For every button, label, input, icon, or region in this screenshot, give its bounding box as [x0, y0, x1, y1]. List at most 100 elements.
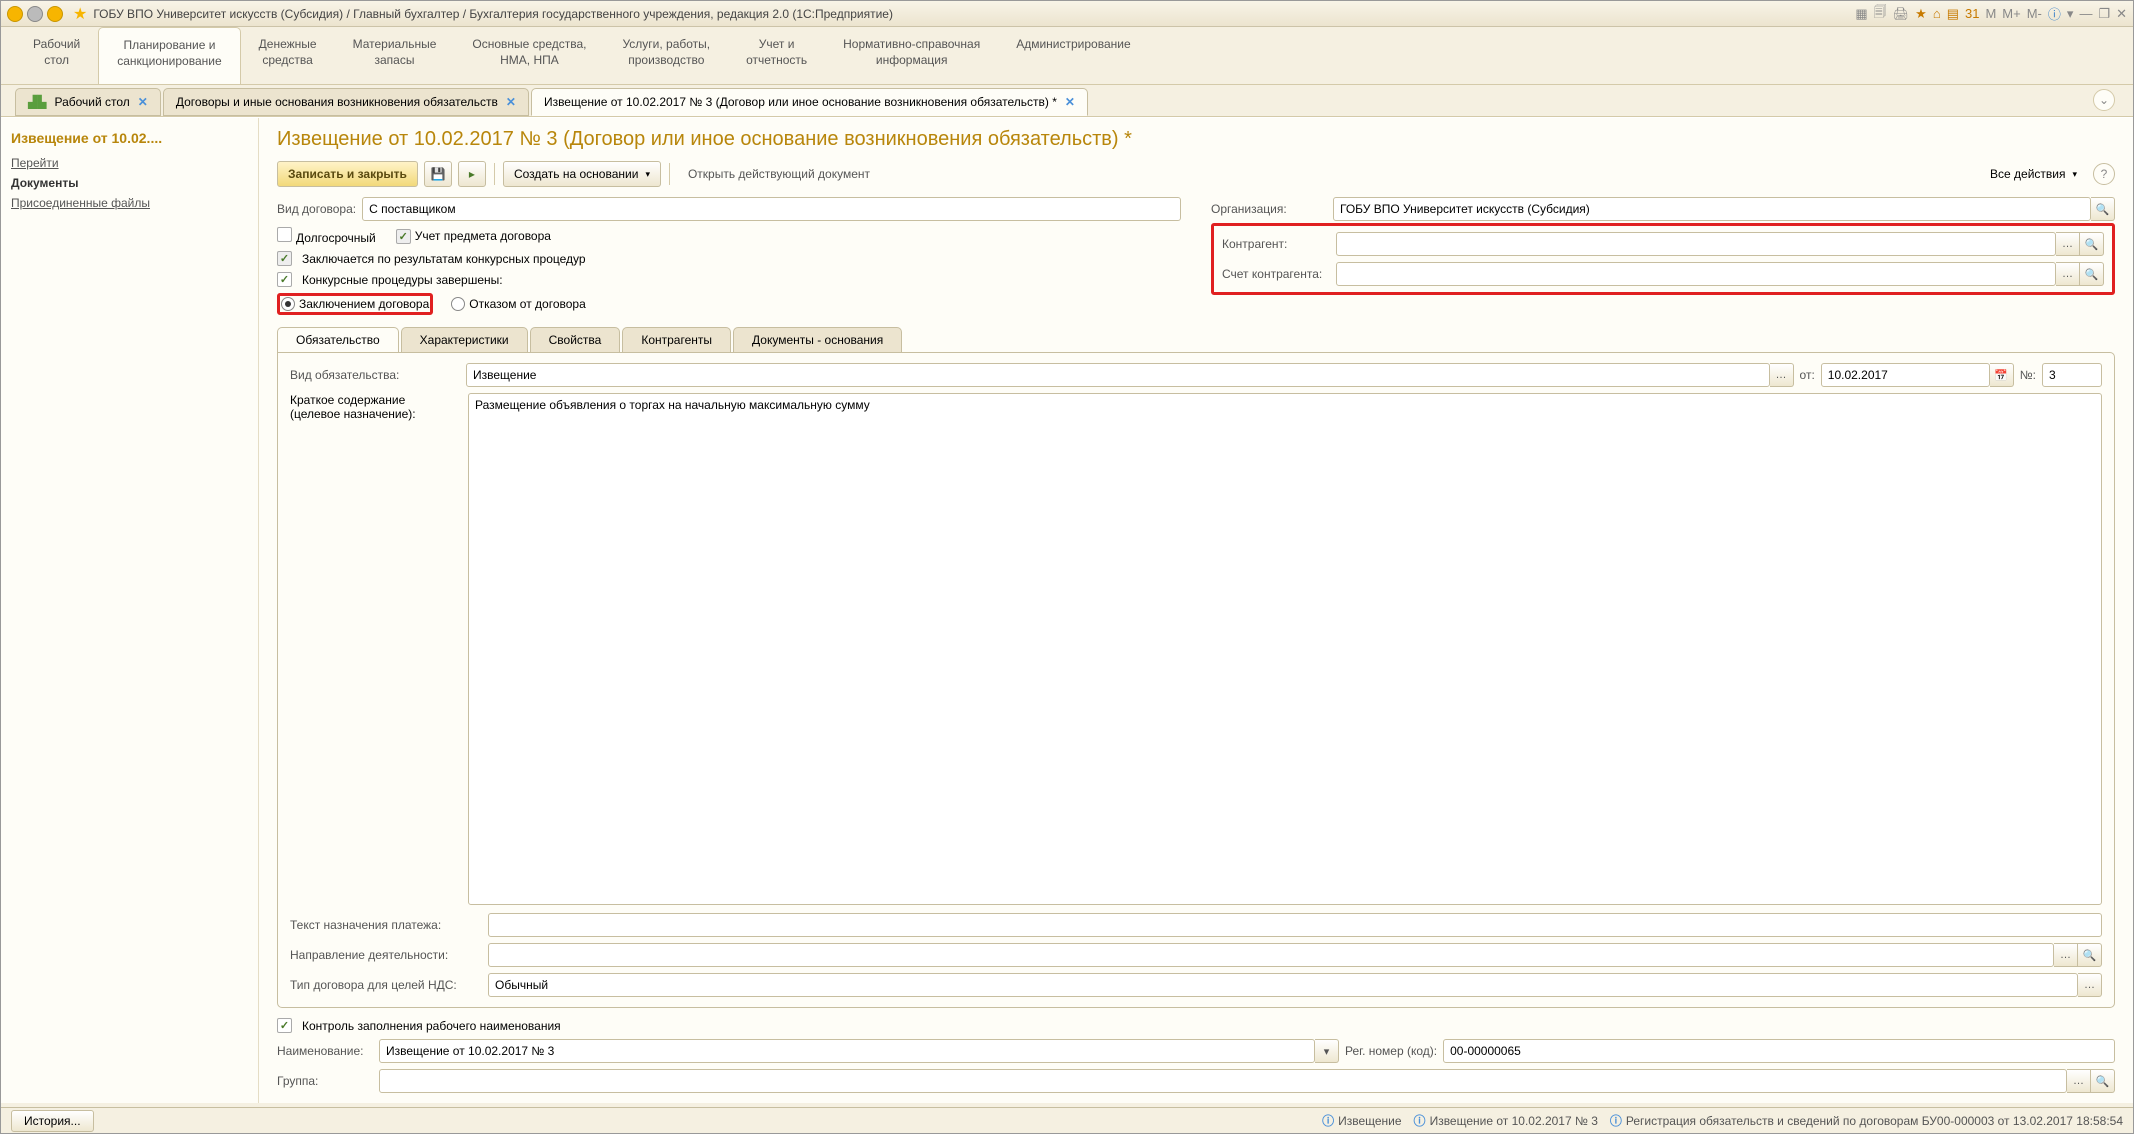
tool-icon[interactable]: 31	[1965, 6, 1979, 21]
control-label: Контроль заполнения рабочего наименовани…	[302, 1019, 561, 1033]
info-icon[interactable]: ⓘ	[2048, 4, 2061, 23]
document-tabs: ▟▙ Рабочий стол ✕ Договоры и иные основа…	[1, 85, 2133, 117]
summary-textarea[interactable]: Размещение объявления о торгах на началь…	[468, 393, 2102, 905]
tab-contracts[interactable]: Договоры и иные основания возникновения …	[163, 88, 529, 116]
star-icon[interactable]: ★	[73, 4, 87, 24]
statusbar: История... ⓘИзвещение ⓘИзвещение от 10.0…	[1, 1107, 2133, 1133]
m-plus-icon[interactable]: M+	[2002, 6, 2020, 21]
lookup-icon[interactable]: 🔍	[2091, 197, 2115, 221]
menu-services[interactable]: Услуги, работы,производство	[604, 27, 728, 84]
ellipsis-icon[interactable]: …	[2056, 232, 2080, 256]
tool-icon[interactable]: ▦	[1855, 6, 1867, 22]
subtab-obligation[interactable]: Обязательство	[277, 327, 399, 353]
sidebar-link-documents[interactable]: Документы	[11, 176, 248, 190]
sidebar-link-goto[interactable]: Перейти	[11, 156, 248, 170]
ob-type-label: Вид обязательства:	[290, 368, 460, 382]
subtab-characteristics[interactable]: Характеристики	[401, 327, 528, 353]
all-actions-button[interactable]: Все действия	[1980, 161, 2087, 187]
help-icon[interactable]: ?	[2093, 163, 2115, 185]
menu-materials[interactable]: Материальныезапасы	[335, 27, 455, 84]
tender-done-label: Конкурсные процедуры завершены:	[302, 273, 503, 287]
tab-label: Извещение от 10.02.2017 № 3 (Договор или…	[544, 95, 1057, 109]
tab-desktop[interactable]: ▟▙ Рабочий стол ✕	[15, 88, 161, 116]
tool-icon[interactable]: ▤	[1947, 6, 1959, 22]
number-input[interactable]	[2042, 363, 2102, 387]
dropdown-icon[interactable]: ▾	[2067, 6, 2074, 22]
subtab-counterparties[interactable]: Контрагенты	[622, 327, 731, 353]
history-button[interactable]: История...	[11, 1110, 94, 1132]
main-menu: Рабочийстол Планирование исанкционирован…	[1, 27, 2133, 85]
m-icon[interactable]: M	[1985, 6, 1996, 21]
radio-rejected[interactable]	[451, 297, 465, 311]
menu-assets[interactable]: Основные средства,НМА, НПА	[454, 27, 604, 84]
subtab-documents[interactable]: Документы - основания	[733, 327, 902, 353]
ob-type-input[interactable]	[466, 363, 1770, 387]
expand-button[interactable]: ⌄	[2093, 89, 2115, 111]
close-icon[interactable]: ✕	[2116, 6, 2127, 22]
open-doc-button[interactable]: Открыть действующий документ	[678, 161, 880, 187]
lookup-icon[interactable]: 🔍	[2080, 232, 2104, 256]
tool-icon[interactable]: 🗐	[1874, 3, 1887, 25]
tool-icon[interactable]: 🖨	[1893, 6, 1910, 22]
sysbtn-2[interactable]	[27, 6, 43, 22]
status-item[interactable]: ⓘИзвещение от 10.02.2017 № 3	[1414, 1112, 1598, 1129]
menu-desktop[interactable]: Рабочийстол	[15, 27, 98, 84]
m-minus-icon[interactable]: M-	[2027, 6, 2042, 21]
close-tab-icon[interactable]: ✕	[1065, 95, 1075, 109]
tool-icon[interactable]: ★	[1915, 6, 1927, 22]
group-input[interactable]	[379, 1069, 2067, 1093]
contract-type-input[interactable]	[362, 197, 1181, 221]
date-input[interactable]	[1821, 363, 1990, 387]
status-item[interactable]: ⓘИзвещение	[1322, 1112, 1401, 1129]
tab-notification[interactable]: Извещение от 10.02.2017 № 3 (Договор или…	[531, 88, 1088, 116]
menu-reference[interactable]: Нормативно-справочнаяинформация	[825, 27, 998, 84]
create-based-button[interactable]: Создать на основании	[503, 161, 661, 187]
name-input[interactable]	[379, 1039, 1315, 1063]
close-tab-icon[interactable]: ✕	[138, 95, 148, 109]
contract-type-label: Вид договора:	[277, 202, 356, 216]
subject-checkbox[interactable]	[396, 229, 411, 244]
lookup-icon[interactable]: 🔍	[2080, 262, 2104, 286]
save-close-button[interactable]: Записать и закрыть	[277, 161, 418, 187]
account-input[interactable]	[1336, 262, 2056, 286]
menu-accounting[interactable]: Учет иотчетность	[728, 27, 825, 84]
tender-result-checkbox[interactable]	[277, 251, 292, 266]
minimize-icon[interactable]: —	[2079, 6, 2092, 21]
org-input[interactable]	[1333, 197, 2091, 221]
activity-input[interactable]	[488, 943, 2054, 967]
radio-concluded[interactable]	[281, 297, 295, 311]
form-top: Вид договора: Долгосрочный Учет предмета…	[277, 197, 2115, 323]
ellipsis-icon[interactable]: …	[2067, 1069, 2091, 1093]
tender-done-checkbox[interactable]	[277, 272, 292, 287]
calendar-icon[interactable]: 📅	[1990, 363, 2014, 387]
save-button[interactable]: 💾	[424, 161, 452, 187]
menu-planning[interactable]: Планирование исанкционирование	[98, 27, 240, 84]
sysbtn-3[interactable]	[47, 6, 63, 22]
date-label: от:	[1800, 368, 1815, 382]
lookup-icon[interactable]: 🔍	[2078, 943, 2102, 967]
maximize-icon[interactable]: ❐	[2098, 6, 2110, 22]
post-button[interactable]: ▸	[458, 161, 486, 187]
control-checkbox[interactable]	[277, 1018, 292, 1033]
content: Извещение от 10.02.2017 № 3 (Договор или…	[259, 118, 2133, 1103]
subtab-properties[interactable]: Свойства	[530, 327, 621, 353]
ellipsis-icon[interactable]: …	[2056, 262, 2080, 286]
menu-admin[interactable]: Администрирование	[998, 27, 1148, 84]
dropdown-icon[interactable]: ▾	[1315, 1039, 1339, 1063]
counterparty-input[interactable]	[1336, 232, 2056, 256]
lookup-icon[interactable]: 🔍	[2091, 1069, 2115, 1093]
menu-cash[interactable]: Денежныесредства	[241, 27, 335, 84]
ellipsis-icon[interactable]: …	[1770, 363, 1794, 387]
longterm-checkbox[interactable]	[277, 227, 292, 242]
payment-text-input[interactable]	[488, 913, 2102, 937]
sidebar-link-files[interactable]: Присоединенные файлы	[11, 196, 248, 210]
ellipsis-icon[interactable]: …	[2078, 973, 2102, 997]
close-tab-icon[interactable]: ✕	[506, 95, 516, 109]
vat-type-input[interactable]	[488, 973, 2078, 997]
reg-input[interactable]	[1443, 1039, 2115, 1063]
subtabs: Обязательство Характеристики Свойства Ко…	[277, 327, 2115, 353]
tool-icon[interactable]: ⌂	[1933, 6, 1941, 21]
status-item[interactable]: ⓘРегистрация обязательств и сведений по …	[1610, 1112, 2123, 1129]
sysbtn-1[interactable]	[7, 6, 23, 22]
ellipsis-icon[interactable]: …	[2054, 943, 2078, 967]
